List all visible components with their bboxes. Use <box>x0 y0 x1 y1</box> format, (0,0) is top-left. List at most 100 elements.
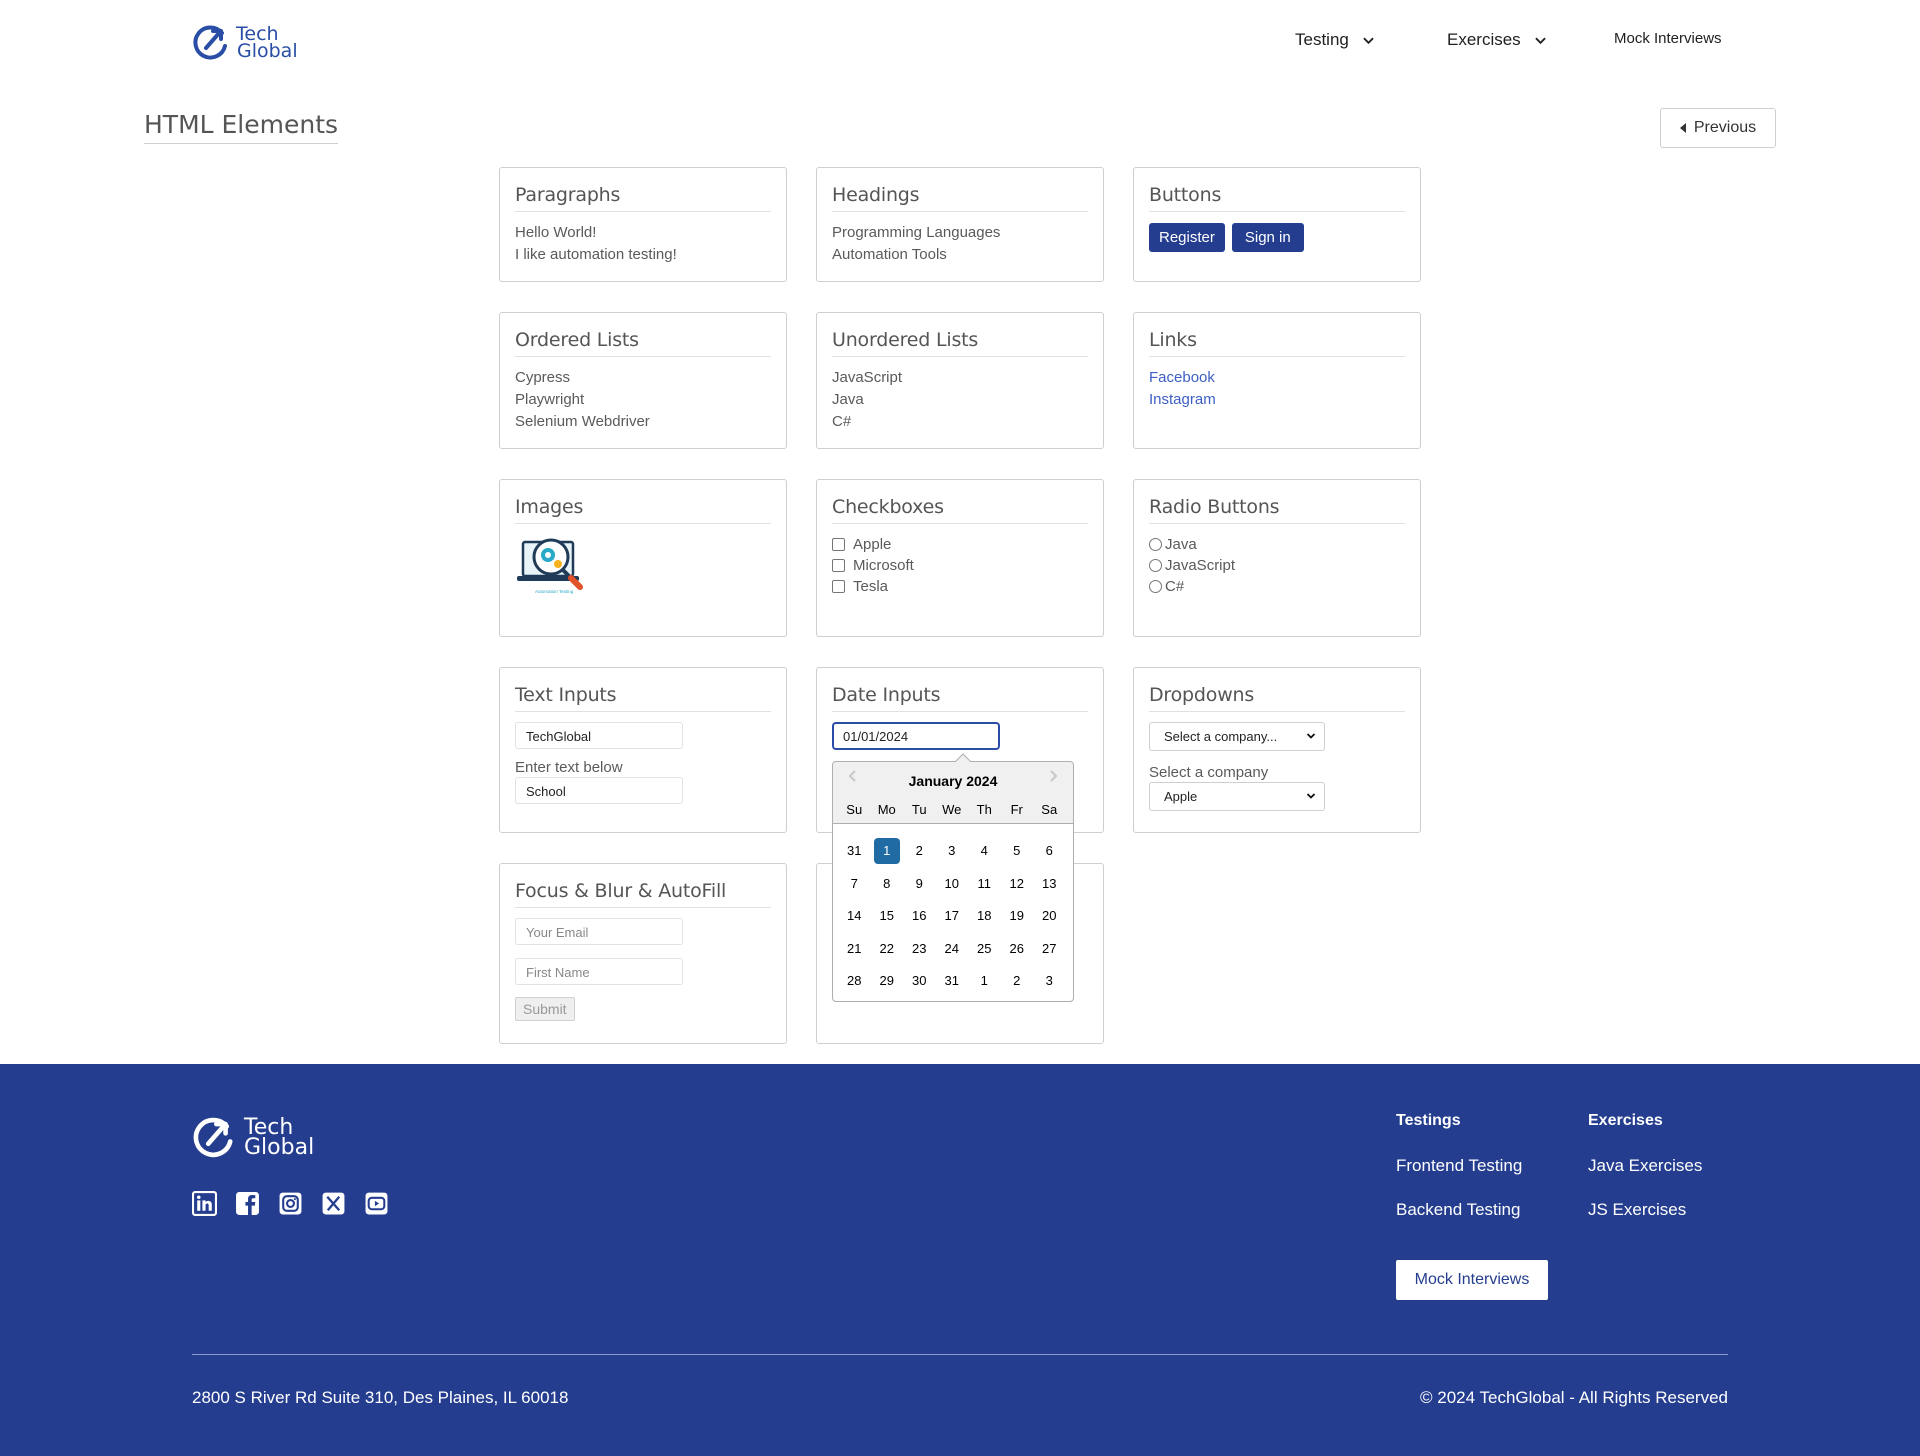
instagram-link[interactable]: Instagram <box>1149 389 1405 411</box>
calendar-day[interactable]: 20 <box>1033 903 1066 929</box>
chevron-down-icon <box>1534 37 1546 44</box>
nav-testing[interactable]: Testing <box>1295 30 1374 50</box>
calendar-day[interactable]: 25 <box>968 936 1001 962</box>
top-navbar: Tech Global Testing Exercises Mock Inter… <box>0 0 1920 86</box>
calendar-day[interactable]: 7 <box>838 871 871 897</box>
calendar-day[interactable]: 1 <box>968 968 1001 994</box>
radio-button[interactable] <box>1149 538 1162 551</box>
radio-javascript[interactable]: JavaScript <box>1149 555 1405 576</box>
datepicker-header: January 2024 Su Mo Tu We Th Fr Sa <box>833 762 1073 824</box>
calendar-day[interactable]: 9 <box>903 871 936 897</box>
calendar-day[interactable]: 14 <box>838 903 871 929</box>
footer-mock-interviews-button[interactable]: Mock Interviews <box>1396 1260 1548 1300</box>
card-title: Focus & Blur & AutoFill <box>515 880 771 908</box>
checkbox[interactable] <box>832 559 845 572</box>
calendar-day[interactable]: 26 <box>1001 936 1034 962</box>
techglobal-logo[interactable]: Tech Global <box>192 24 298 62</box>
calendar-day[interactable]: 8 <box>871 871 904 897</box>
calendar-day[interactable]: 12 <box>1001 871 1034 897</box>
radio-label: C# <box>1165 578 1185 595</box>
datepicker-grid: 31 1 2 3 4 5 6 7 8 9 10 11 12 13 14 15 1… <box>833 824 1073 998</box>
checkbox-apple[interactable]: Apple <box>832 534 1088 555</box>
logo-line-2: Global <box>244 1135 315 1160</box>
calendar-day[interactable]: 31 <box>936 968 969 994</box>
calendar-day[interactable]: 18 <box>968 903 1001 929</box>
radio-csharp[interactable]: C# <box>1149 576 1405 597</box>
card-title: Unordered Lists <box>832 329 1088 357</box>
footer-testings-column: Testings Frontend Testing Backend Testin… <box>1396 1112 1522 1244</box>
company-dropdown-1[interactable]: Select a company... <box>1149 722 1325 751</box>
calendar-day[interactable]: 5 <box>1001 838 1034 864</box>
heading-1: Programming Languages <box>832 224 1001 241</box>
dropdown-label: Select a company <box>1149 764 1269 781</box>
previous-button[interactable]: Previous <box>1660 108 1776 148</box>
calendar-day[interactable]: 17 <box>936 903 969 929</box>
radio-java[interactable]: Java <box>1149 534 1405 555</box>
nav-exercises[interactable]: Exercises <box>1447 30 1546 50</box>
x-icon[interactable] <box>321 1191 346 1216</box>
facebook-link[interactable]: Facebook <box>1149 367 1405 389</box>
chevron-down-icon <box>1306 793 1316 799</box>
submit-button[interactable]: Submit <box>515 997 575 1021</box>
footer-column-heading: Testings <box>1396 1112 1461 1129</box>
calendar-day[interactable]: 15 <box>871 903 904 929</box>
footer-address: 2800 S River Rd Suite 310, Des Plaines, … <box>192 1388 569 1407</box>
youtube-icon[interactable] <box>364 1191 389 1216</box>
footer-link-backend-testing[interactable]: Backend Testing <box>1396 1200 1522 1220</box>
calendar-day[interactable]: 16 <box>903 903 936 929</box>
company-dropdown-2[interactable]: Apple <box>1149 782 1325 811</box>
instagram-icon[interactable] <box>278 1191 303 1216</box>
radio-button[interactable] <box>1149 559 1162 572</box>
first-name-input[interactable]: First Name <box>515 958 683 985</box>
calendar-day[interactable]: 28 <box>838 968 871 994</box>
calendar-day[interactable]: 19 <box>1001 903 1034 929</box>
checkbox-tesla[interactable]: Tesla <box>832 576 1088 597</box>
calendar-day-selected[interactable]: 1 <box>873 838 900 865</box>
checkbox[interactable] <box>832 538 845 551</box>
nav-mock-interviews[interactable]: Mock Interviews <box>1614 30 1722 47</box>
weekday-label: Su <box>846 802 863 817</box>
facebook-icon[interactable] <box>235 1191 260 1216</box>
calendar-day[interactable]: 30 <box>903 968 936 994</box>
card-title: Date Inputs <box>832 684 1088 712</box>
checkbox[interactable] <box>832 580 845 593</box>
calendar-day[interactable]: 2 <box>1001 968 1034 994</box>
datepicker-popup: January 2024 Su Mo Tu We Th Fr Sa 31 1 2… <box>832 761 1074 1002</box>
logo-line-2: Global <box>237 40 298 62</box>
footer-link-js-exercises[interactable]: JS Exercises <box>1588 1200 1702 1220</box>
calendar-day[interactable]: 29 <box>871 968 904 994</box>
calendar-day[interactable]: 4 <box>968 838 1001 864</box>
calendar-day[interactable]: 10 <box>936 871 969 897</box>
calendar-day[interactable]: 22 <box>871 936 904 962</box>
text-input-1[interactable]: TechGlobal <box>515 722 683 749</box>
calendar-day[interactable]: 23 <box>903 936 936 962</box>
calendar-day[interactable]: 3 <box>1033 968 1066 994</box>
calendar-day[interactable]: 3 <box>936 838 969 864</box>
footer-link-java-exercises[interactable]: Java Exercises <box>1588 1156 1702 1176</box>
calendar-day[interactable]: 6 <box>1033 838 1066 864</box>
calendar-day[interactable]: 13 <box>1033 871 1066 897</box>
list-item: Playwright <box>515 391 585 408</box>
card-title: Paragraphs <box>515 184 771 212</box>
register-button[interactable]: Register <box>1149 223 1225 252</box>
checkbox-microsoft[interactable]: Microsoft <box>832 555 1088 576</box>
text-input-2[interactable]: School <box>515 777 683 804</box>
card-title: Radio Buttons <box>1149 496 1405 524</box>
sign-in-button[interactable]: Sign in <box>1231 223 1304 252</box>
footer-logo[interactable]: Tech Global <box>192 1116 314 1160</box>
chevron-down-icon <box>1306 733 1316 739</box>
footer-link-frontend-testing[interactable]: Frontend Testing <box>1396 1156 1522 1176</box>
calendar-day[interactable]: 31 <box>838 838 871 864</box>
calendar-day[interactable]: 24 <box>936 936 969 962</box>
email-input[interactable]: Your Email <box>515 918 683 945</box>
list-item: C# <box>832 413 852 430</box>
footer-column-heading: Exercises <box>1588 1112 1663 1129</box>
radio-button[interactable] <box>1149 580 1162 593</box>
calendar-day[interactable]: 21 <box>838 936 871 962</box>
calendar-day[interactable]: 2 <box>903 838 936 864</box>
chevron-right-icon[interactable] <box>1047 769 1059 783</box>
date-input[interactable]: 01/01/2024 <box>832 722 1000 750</box>
linkedin-icon[interactable] <box>192 1191 217 1216</box>
calendar-day[interactable]: 27 <box>1033 936 1066 962</box>
calendar-day[interactable]: 11 <box>968 871 1001 897</box>
